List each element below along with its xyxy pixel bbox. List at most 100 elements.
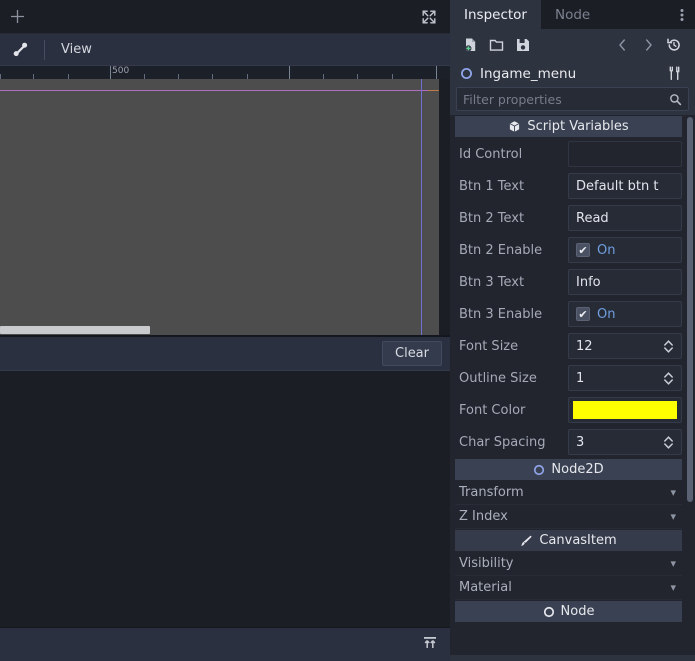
filter-placeholder: Filter properties <box>463 91 562 107</box>
spinner-arrows-icon[interactable] <box>663 371 674 386</box>
property-row-font-size[interactable]: Font Size 12 <box>455 330 682 362</box>
property-row-char-spacing[interactable]: Char Spacing 3 <box>455 426 682 458</box>
vertical-guide <box>421 79 422 335</box>
history-forward-button[interactable] <box>635 33 661 57</box>
node-circle-icon <box>543 606 554 617</box>
scene-tab-bar <box>0 0 450 33</box>
category-script-variables[interactable]: Script Variables <box>455 116 682 137</box>
editor-window: View 500 Clear Inspector Node Ingame_men… <box>0 0 695 661</box>
checkbox-checked-icon[interactable]: ✔ <box>576 243 590 257</box>
canvas-hscrollbar[interactable] <box>0 325 439 335</box>
property-value-checkbox[interactable]: ✔ On <box>568 301 682 327</box>
save-resource-button[interactable] <box>510 33 536 57</box>
spinbox-value: 12 <box>576 338 593 354</box>
property-label: Btn 3 Enable <box>459 306 543 322</box>
property-value-spinbox[interactable]: 12 <box>568 333 682 359</box>
scene-canvas[interactable] <box>0 79 450 335</box>
property-label: Font Size <box>459 338 519 354</box>
section-title: Visibility <box>459 556 514 571</box>
property-value-input[interactable]: Info <box>568 269 682 295</box>
property-label: Id Control <box>459 146 523 162</box>
script-cube-icon <box>510 121 520 132</box>
tab-bar-spacer <box>604 0 669 29</box>
section-transform[interactable]: Transform ▾ <box>455 481 682 505</box>
canvas-hscrollbar-thumb[interactable] <box>0 326 150 334</box>
object-tools-button[interactable] <box>661 62 687 86</box>
checkbox-checked-icon[interactable]: ✔ <box>576 307 590 321</box>
spinner-arrows-icon[interactable] <box>663 435 674 450</box>
property-list[interactable]: Script Variables Id Control Btn 1 Text D… <box>450 115 695 655</box>
property-row-btn-1-text[interactable]: Btn 1 Text Default btn t <box>455 170 682 202</box>
property-value-input[interactable] <box>568 141 682 167</box>
node2d-circle-icon <box>534 464 545 475</box>
output-status-bar <box>0 627 450 661</box>
open-resource-button[interactable] <box>484 33 510 57</box>
property-value-checkbox[interactable]: ✔ On <box>568 237 682 263</box>
section-title: Transform <box>459 485 524 500</box>
property-value-input[interactable]: Default btn t <box>568 173 682 199</box>
plus-icon <box>10 10 24 23</box>
canvas-right-gutter <box>439 79 450 335</box>
property-row-outline-size[interactable]: Outline Size 1 <box>455 362 682 394</box>
chevron-updown-icon <box>664 339 673 353</box>
clear-output-button[interactable]: Clear <box>382 341 442 366</box>
property-row-id-control[interactable]: Id Control <box>455 138 682 170</box>
inspector-tab-bar: Inspector Node <box>450 0 695 29</box>
inspector-menu-button[interactable] <box>669 0 695 29</box>
property-value-spinbox[interactable]: 1 <box>568 365 682 391</box>
select-tool-button[interactable] <box>4 35 36 65</box>
category-title: CanvasItem <box>539 533 617 548</box>
chevron-down-icon: ▾ <box>670 581 676 594</box>
history-icon <box>667 37 680 51</box>
history-back-button[interactable] <box>609 33 635 57</box>
section-z-index[interactable]: Z Index ▾ <box>455 505 682 529</box>
spinner-arrows-icon[interactable] <box>663 339 674 354</box>
section-visibility[interactable]: Visibility ▾ <box>455 552 682 576</box>
property-row-btn-3-enable[interactable]: Btn 3 Enable ✔ On <box>455 298 682 330</box>
property-value-spinbox[interactable]: 3 <box>568 429 682 455</box>
property-row-btn-2-text[interactable]: Btn 2 Text Read <box>455 202 682 234</box>
add-scene-tab-button[interactable] <box>6 6 28 28</box>
property-value-input[interactable]: Read <box>568 205 682 231</box>
property-row-btn-2-enable[interactable]: Btn 2 Enable ✔ On <box>455 234 682 266</box>
ruler-label: 500 <box>112 66 130 76</box>
tab-node[interactable]: Node <box>541 0 604 29</box>
chevron-down-icon: ▾ <box>670 510 676 523</box>
checkbox-label: On <box>597 306 616 322</box>
new-resource-icon <box>465 38 476 51</box>
category-node2d[interactable]: Node2D <box>455 459 682 480</box>
chevron-left-icon <box>618 38 625 51</box>
output-log[interactable] <box>0 370 450 627</box>
property-label: Btn 2 Enable <box>459 242 543 258</box>
view-menu-button[interactable]: View <box>53 39 100 60</box>
property-label: Btn 1 Text <box>459 178 525 194</box>
property-list-bottom-fade <box>450 647 695 655</box>
history-menu-button[interactable] <box>661 33 687 57</box>
category-title: Node2D <box>551 462 604 477</box>
inspected-object-name: Ingame_menu <box>480 65 577 82</box>
distraction-free-button[interactable] <box>418 6 440 28</box>
inspector-vscrollbar-thumb[interactable] <box>687 117 693 502</box>
tab-inspector[interactable]: Inspector <box>450 0 541 29</box>
viewport-toolbar: View <box>0 33 450 65</box>
fullscreen-expand-icon <box>422 10 436 23</box>
property-label: Btn 3 Text <box>459 274 525 290</box>
property-label: Font Color <box>459 402 526 418</box>
color-swatch[interactable] <box>573 401 677 419</box>
property-value-colorpicker[interactable] <box>568 397 682 423</box>
section-material[interactable]: Material ▾ <box>455 576 682 600</box>
category-title: Node <box>560 604 595 619</box>
section-title: Z Index <box>459 509 508 524</box>
category-node[interactable]: Node <box>455 601 682 622</box>
filter-properties-input[interactable]: Filter properties <box>456 87 689 111</box>
toolbar-separator <box>44 39 45 60</box>
property-row-btn-3-text[interactable]: Btn 3 Text Info <box>455 266 682 298</box>
horizontal-ruler[interactable]: 500 <box>0 65 450 79</box>
chevron-updown-icon <box>664 435 673 449</box>
canvasitem-brush-icon <box>521 535 533 546</box>
new-resource-button[interactable] <box>458 33 484 57</box>
category-canvasitem[interactable]: CanvasItem <box>455 530 682 551</box>
align-top-button[interactable] <box>422 636 438 654</box>
property-row-font-color[interactable]: Font Color <box>455 394 682 426</box>
section-title: Material <box>459 580 512 595</box>
